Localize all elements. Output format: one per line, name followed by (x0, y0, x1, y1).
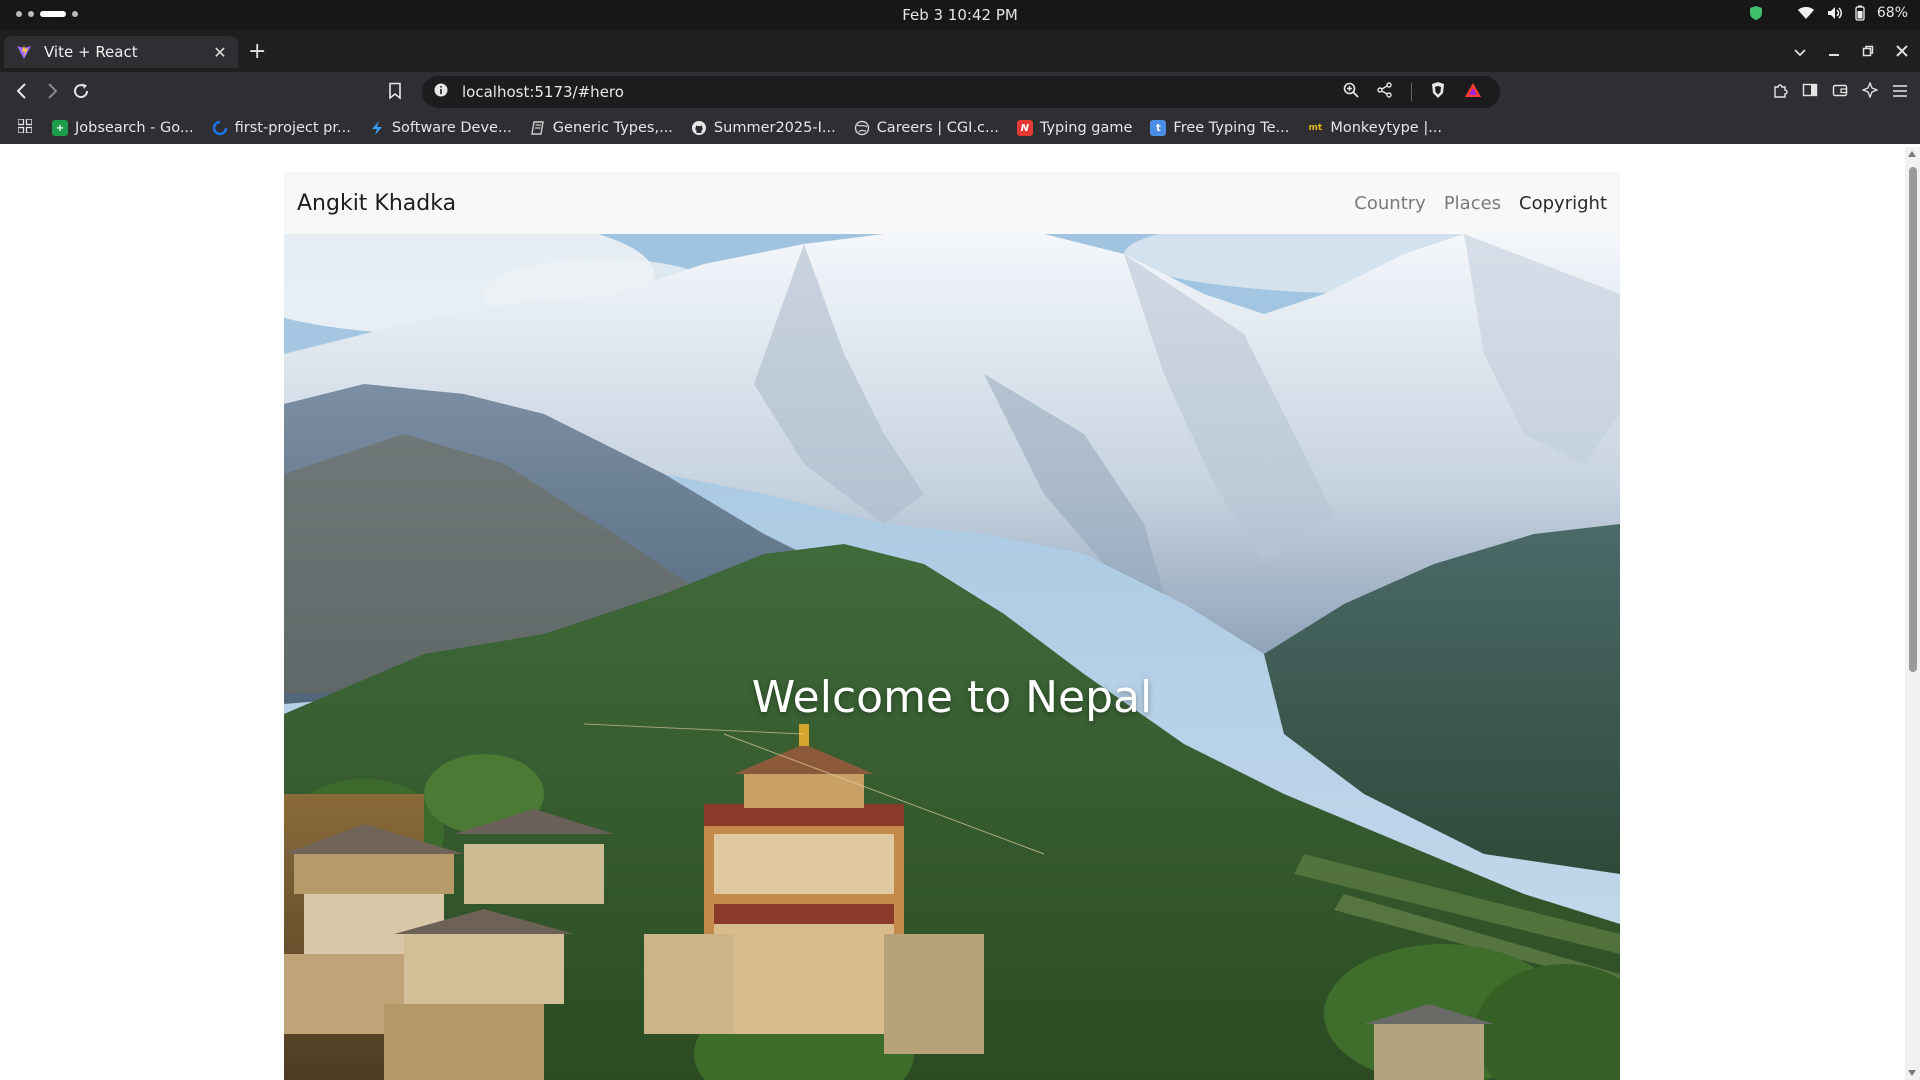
sidebar-icon[interactable] (1802, 82, 1818, 102)
window-controls (1794, 42, 1908, 61)
bookmark-free-typing-test[interactable]: t Free Typing Te... (1150, 120, 1289, 136)
bookmark-page-icon[interactable] (388, 82, 402, 104)
site-brand[interactable]: Angkit Khadka (297, 191, 456, 216)
restore-button[interactable] (1862, 42, 1874, 61)
bookmark-label: Software Deve... (391, 120, 512, 136)
page-scrollbar[interactable] (1905, 147, 1920, 1080)
divider (1411, 83, 1412, 101)
n-icon: N (1016, 120, 1033, 136)
zoom-icon[interactable] (1343, 82, 1359, 102)
github-icon (691, 120, 707, 136)
close-window-button[interactable] (1896, 42, 1908, 61)
t-icon: t (1150, 120, 1167, 136)
scroll-up-arrow-icon[interactable] (1908, 151, 1916, 157)
url-text[interactable]: localhost:5173/#hero (462, 83, 1343, 101)
bookmark-label: Monkeytype |... (1330, 120, 1443, 136)
bookmark-software-deve[interactable]: Software Deve... (369, 120, 512, 136)
tab-title: Vite + React (44, 43, 138, 61)
volume-icon[interactable] (1827, 6, 1843, 20)
browser-tab[interactable]: Vite + React ✕ (4, 36, 238, 68)
battery-icon[interactable] (1855, 5, 1865, 21)
site-navbar: Angkit Khadka Country Places Copyright (284, 172, 1620, 234)
bookmark-label: Generic Types,... (552, 120, 673, 136)
bookmark-typing-game[interactable]: N Typing game (1016, 120, 1133, 136)
mt-icon: mt (1308, 123, 1323, 133)
minimize-button[interactable] (1828, 42, 1840, 61)
address-bar[interactable]: localhost:5173/#hero (422, 76, 1500, 108)
battery-percentage: 68% (1876, 5, 1908, 21)
os-top-bar: Feb 3 10:42 PM 68% (0, 0, 1920, 30)
bookmark-label: Typing game (1039, 120, 1133, 136)
bookmark-first-project[interactable]: first-project pr... (212, 120, 351, 136)
share-icon[interactable] (1377, 82, 1393, 102)
bolt-icon (369, 120, 385, 136)
tab-strip: Vite + React ✕ + (0, 30, 1920, 72)
extensions-puzzle-icon[interactable] (1772, 82, 1788, 102)
hero-background-image (284, 234, 1620, 1080)
hero-section: Welcome to Nepal (284, 234, 1620, 1080)
brave-rewards-icon[interactable] (1464, 82, 1482, 102)
bookmark-jobsearch[interactable]: + Jobsearch - Go... (52, 120, 194, 136)
forward-arrow-icon[interactable] (44, 82, 60, 104)
toolbar-actions (1772, 81, 1908, 102)
scroll-down-arrow-icon[interactable] (1908, 1070, 1916, 1076)
menu-hamburger-icon[interactable] (1892, 83, 1908, 102)
sheets-icon: + (52, 120, 68, 136)
bookmark-label: first-project pr... (234, 120, 351, 136)
brave-shields-icon[interactable] (1430, 81, 1446, 103)
wallet-icon[interactable] (1832, 82, 1848, 102)
hero-title: Welcome to Nepal (751, 672, 1153, 723)
browser-toolbar: localhost:5173/#hero (0, 72, 1920, 112)
leo-ai-icon[interactable] (1861, 81, 1879, 102)
page-viewport: Angkit Khadka Country Places Copyright W… (0, 147, 1905, 1080)
bookmark-summer2025[interactable]: Summer2025-I... (691, 120, 836, 136)
apps-grid-icon[interactable] (17, 118, 33, 137)
address-bar-actions (1343, 81, 1482, 103)
reload-icon[interactable] (72, 82, 90, 104)
bookmarks-bar: + Jobsearch - Go... first-project pr... … (0, 112, 1920, 144)
bookmark-label: Summer2025-I... (713, 120, 836, 136)
bookmark-label: Jobsearch - Go... (75, 120, 194, 136)
bookmark-generic-types[interactable]: Generic Types,... (530, 120, 673, 136)
tab-search-chevron-icon[interactable] (1794, 42, 1806, 61)
spinner-icon (212, 120, 228, 136)
page-container: Angkit Khadka Country Places Copyright W… (284, 172, 1620, 1080)
bookmark-careers-cgi[interactable]: Careers | CGI.c... (854, 120, 999, 136)
new-tab-button[interactable]: + (248, 41, 266, 63)
system-tray[interactable]: 68% (1749, 5, 1908, 21)
scrollbar-thumb[interactable] (1909, 167, 1917, 672)
vite-logo-icon (16, 44, 32, 60)
globe-icon (854, 120, 870, 136)
book-icon (530, 120, 546, 136)
nav-links: Country Places Copyright (1354, 193, 1607, 214)
back-arrow-icon[interactable] (14, 82, 30, 104)
bookmark-monkeytype[interactable]: mt Monkeytype |... (1307, 120, 1443, 136)
site-info-icon[interactable] (434, 83, 448, 101)
nav-link-places[interactable]: Places (1444, 193, 1501, 214)
system-clock[interactable]: Feb 3 10:42 PM (0, 6, 1920, 24)
nav-link-country[interactable]: Country (1354, 193, 1426, 214)
close-tab-icon[interactable]: ✕ (208, 43, 232, 62)
bookmark-label: Free Typing Te... (1173, 120, 1290, 136)
nav-link-copyright[interactable]: Copyright (1519, 193, 1607, 214)
shield-icon[interactable] (1749, 5, 1763, 21)
bookmark-label: Careers | CGI.c... (876, 120, 999, 136)
wifi-icon[interactable] (1797, 6, 1815, 20)
